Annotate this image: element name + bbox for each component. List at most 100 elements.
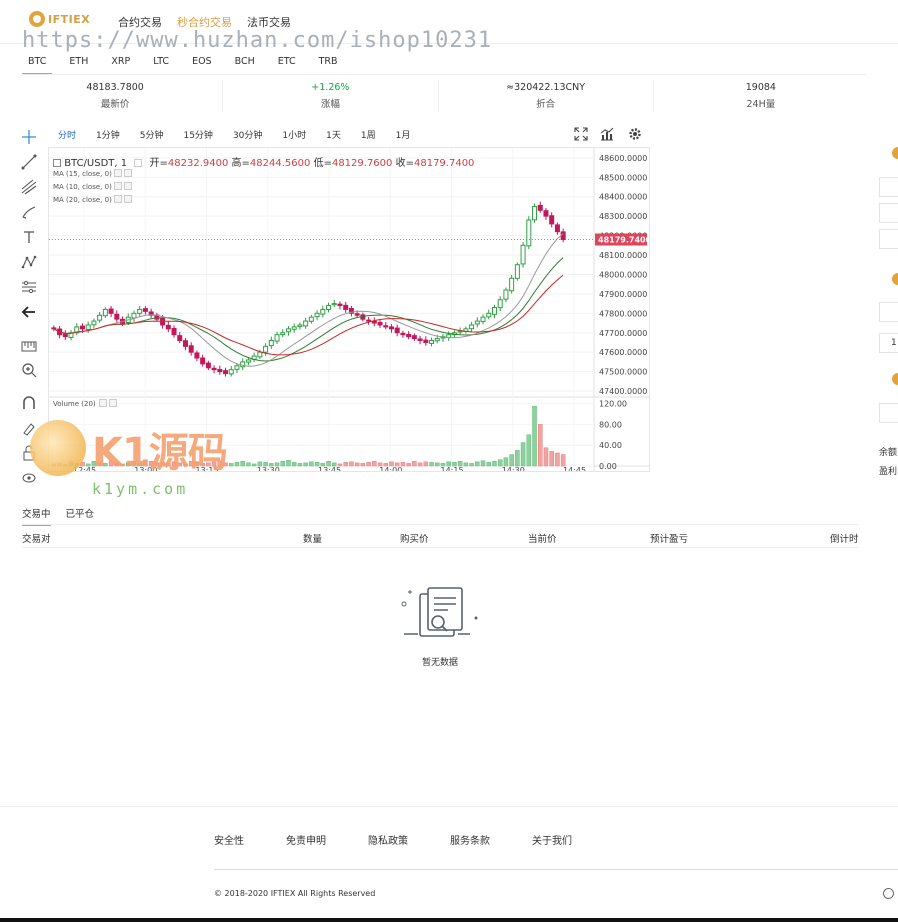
coin-tab-eth[interactable]: ETH	[63, 50, 94, 75]
close-icon[interactable]	[123, 169, 132, 177]
candle-body	[383, 325, 389, 328]
interval-timeline[interactable]: 分时	[58, 128, 76, 141]
brush-icon[interactable]	[20, 203, 38, 221]
interval-5m[interactable]: 5分钟	[140, 128, 164, 141]
collapse-legend-icon[interactable]	[53, 159, 61, 167]
close-icon[interactable]	[123, 182, 132, 190]
coin-tab-btc[interactable]: BTC	[22, 50, 53, 75]
volume-bar	[475, 461, 480, 467]
interval-1d[interactable]: 1天	[326, 128, 341, 141]
text-icon[interactable]	[20, 228, 38, 246]
panel-field[interactable]	[879, 229, 898, 249]
volume-bar	[314, 462, 320, 467]
price-tick-label: 48000.0000	[599, 270, 647, 279]
eye-icon[interactable]	[20, 469, 38, 487]
volume-bar	[446, 461, 451, 467]
volume-bar	[480, 460, 486, 467]
coin-tab-ltc[interactable]: LTC	[147, 50, 175, 75]
indicators-icon[interactable]	[600, 127, 614, 141]
volume-bar	[85, 463, 91, 467]
interval-1m[interactable]: 1分钟	[96, 128, 120, 141]
coin-tab-bch[interactable]: BCH	[229, 50, 261, 75]
volume-bar	[389, 461, 394, 467]
volume-bar	[337, 463, 343, 467]
eye-icon[interactable]	[98, 399, 107, 407]
footer-link-about[interactable]: 关于我们	[532, 832, 572, 847]
close-icon[interactable]	[108, 399, 117, 407]
panel-field[interactable]	[879, 302, 898, 322]
divider	[22, 74, 867, 75]
volume-bar	[394, 462, 400, 467]
interval-1mo[interactable]: 1月	[396, 128, 411, 141]
candle-body	[257, 351, 263, 358]
volume-bar	[406, 463, 411, 467]
legend-settings-icon[interactable]	[134, 159, 143, 167]
candle-body	[543, 210, 549, 217]
panel-field[interactable]	[879, 403, 898, 423]
volume-bar	[332, 462, 337, 467]
volume-bar	[440, 463, 446, 467]
volume-bar	[246, 462, 251, 467]
eye-icon[interactable]	[113, 195, 122, 203]
tab-trading[interactable]: 交易中	[22, 506, 51, 526]
volume-bar	[257, 461, 263, 467]
trendline-icon[interactable]	[20, 153, 38, 171]
volume-bar	[349, 461, 354, 467]
candle-body	[97, 314, 103, 321]
volume-bar	[303, 462, 308, 467]
panel-field[interactable]	[879, 203, 898, 223]
interval-15m[interactable]: 15分钟	[183, 128, 212, 141]
eye-icon[interactable]	[113, 169, 122, 177]
candle-body	[308, 316, 314, 322]
magnet-icon[interactable]	[20, 394, 38, 412]
volume-bar	[286, 460, 291, 467]
interval-1w[interactable]: 1周	[361, 128, 376, 141]
crosshair-icon[interactable]	[20, 128, 38, 146]
clock-icon[interactable]	[883, 888, 894, 899]
candle-body	[297, 324, 303, 328]
candle-body	[280, 332, 286, 335]
footer-link-security[interactable]: 安全性	[214, 832, 244, 847]
coin-tab-xrp[interactable]: XRP	[105, 50, 136, 75]
measure-icon[interactable]	[20, 278, 38, 296]
footer-link-privacy[interactable]: 隐私政策	[368, 832, 408, 847]
logo-text: IFTIEX	[48, 12, 91, 26]
zoom-in-icon[interactable]	[20, 361, 38, 379]
candle-body	[91, 320, 97, 326]
divider	[0, 806, 898, 807]
market-stats: 48183.7800 最新价 +1.26% 涨幅 ≈320422.13CNY 折…	[8, 80, 868, 112]
candle-body	[62, 333, 68, 338]
legend-open: 48232.9400	[167, 158, 229, 169]
fullscreen-icon[interactable]	[574, 127, 588, 141]
k1-logo-badge	[30, 420, 86, 476]
candle-body	[142, 308, 148, 312]
footer-link-disclaimer[interactable]: 免责申明	[286, 832, 326, 847]
coin-tab-trb[interactable]: TRB	[313, 50, 344, 75]
logo[interactable]: IFTIEX	[29, 11, 90, 27]
candle-body	[85, 324, 91, 330]
interval-30m[interactable]: 30分钟	[233, 128, 262, 141]
volume-bar	[452, 462, 457, 467]
close-icon[interactable]	[123, 195, 132, 203]
candle-body	[234, 365, 240, 370]
pitchfork-icon[interactable]	[20, 178, 38, 196]
panel-field[interactable]	[879, 177, 898, 197]
settings-icon[interactable]	[628, 127, 642, 141]
candle-body	[285, 328, 291, 333]
coin-tab-etc[interactable]: ETC	[272, 50, 302, 75]
price-tick-label: 47500.0000	[599, 368, 647, 377]
interval-1h[interactable]: 1小时	[282, 128, 306, 141]
ruler-icon[interactable]	[20, 336, 38, 354]
back-arrow-icon[interactable]	[20, 303, 38, 321]
coin-tab-eos[interactable]: EOS	[186, 50, 218, 75]
candle-body	[537, 204, 543, 211]
candle-body	[245, 359, 251, 363]
panel-amount-field[interactable]: 1	[879, 333, 898, 353]
eye-icon[interactable]	[113, 182, 122, 190]
pattern-icon[interactable]	[20, 253, 38, 271]
volume-bar	[435, 462, 440, 467]
tab-closed[interactable]: 已平仓	[66, 506, 95, 526]
footer-link-terms[interactable]: 服务条款	[450, 832, 490, 847]
interval-bar: 分时 1分钟 5分钟 15分钟 30分钟 1小时 1天 1周 1月	[58, 128, 430, 141]
candle-body	[217, 368, 223, 373]
